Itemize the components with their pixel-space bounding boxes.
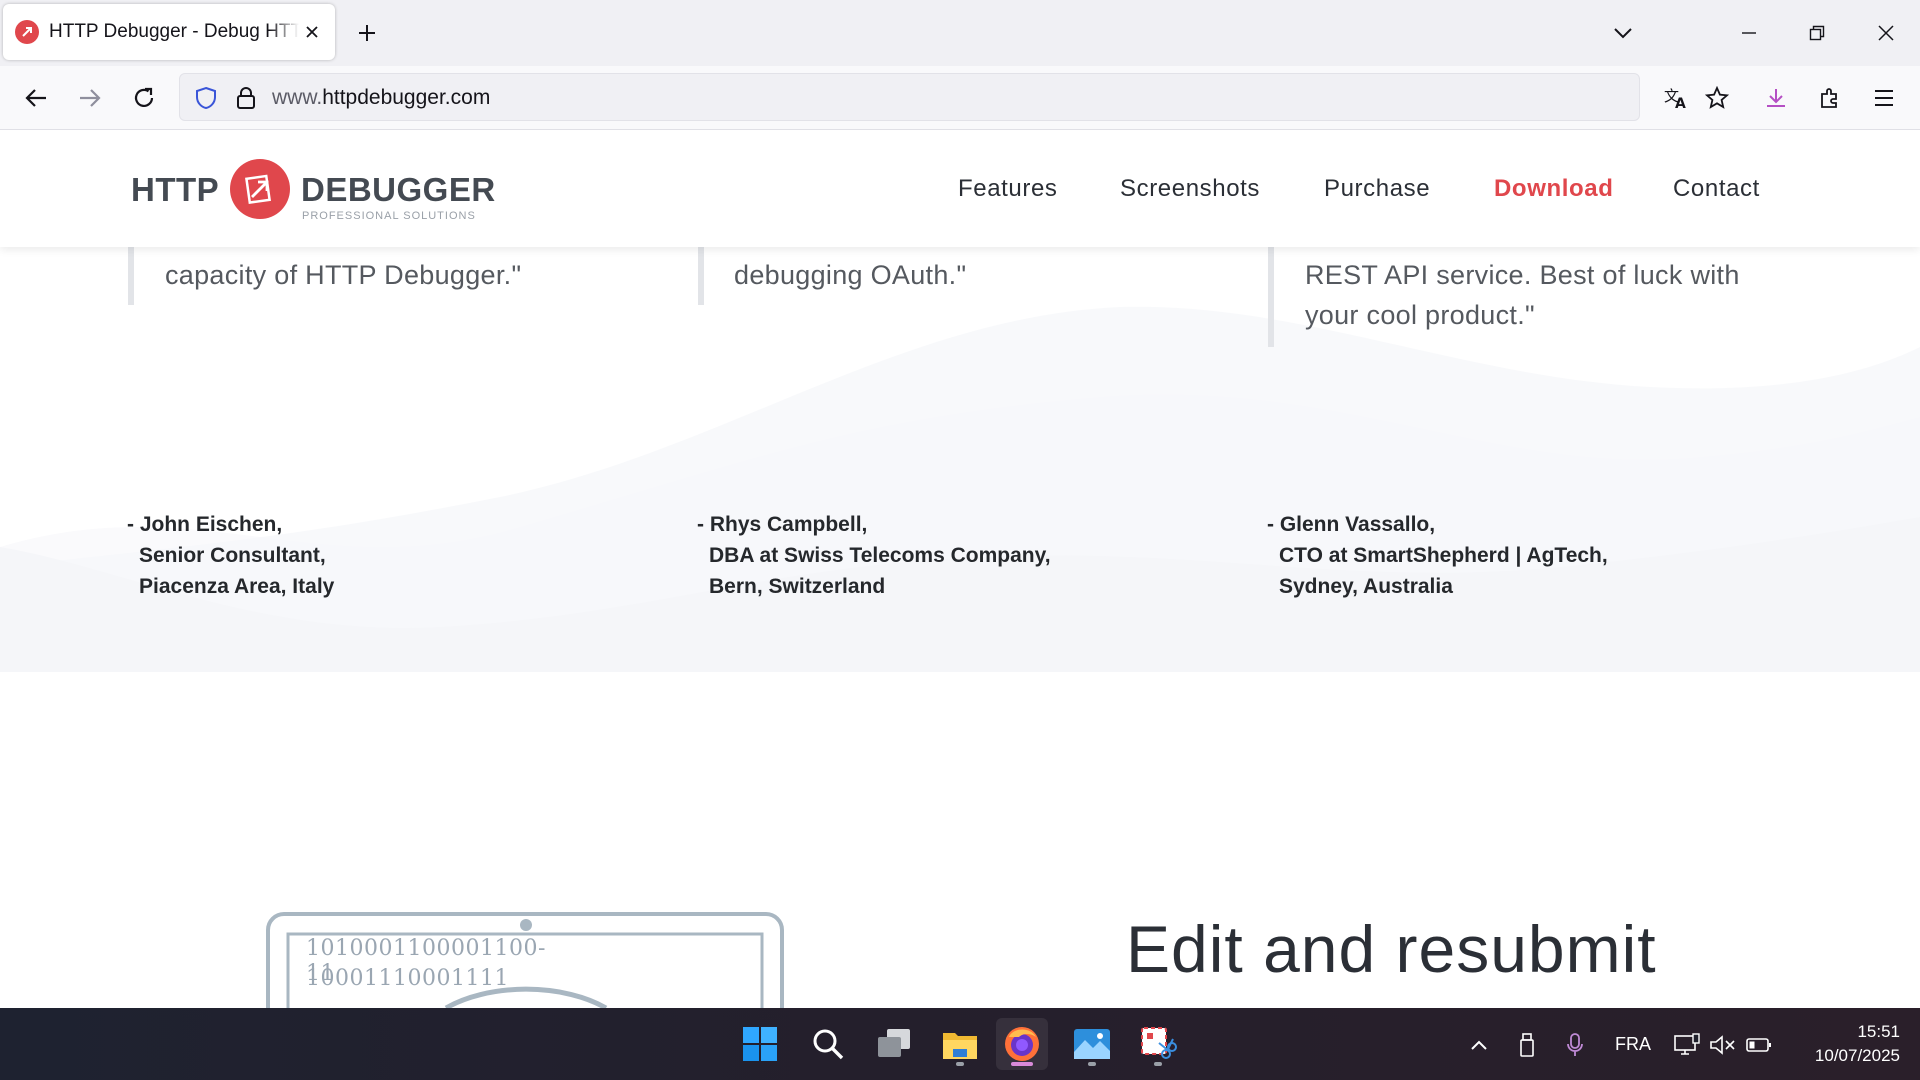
- photos-app-icon[interactable]: [1066, 1018, 1118, 1070]
- minimize-window-icon[interactable]: [1732, 16, 1766, 50]
- site-header: HTTP DEBUGGER PROFESSIONAL SOLUTIONS Fea…: [0, 131, 1920, 247]
- running-indicator: [1154, 1062, 1162, 1066]
- snipping-tool-icon[interactable]: [1132, 1018, 1184, 1070]
- microphone-icon[interactable]: [1560, 1030, 1590, 1060]
- testimonial-quote-line1: REST API service. Best of luck with: [1305, 260, 1740, 290]
- file-explorer-icon[interactable]: [934, 1018, 986, 1070]
- list-all-tabs-chevron-down-icon[interactable]: [1606, 16, 1640, 50]
- nav-download[interactable]: Download: [1494, 175, 1613, 203]
- navigation-toolbar: www.httpdebugger.com 文A: [0, 66, 1920, 130]
- logo-text-http: HTTP: [131, 171, 220, 208]
- active-app-indicator: [1011, 1062, 1033, 1066]
- feature-heading: Edit and resubmit: [1126, 912, 1657, 986]
- nav-features[interactable]: Features: [958, 175, 1058, 203]
- logo-text-debugger: DEBUGGER: [301, 171, 496, 208]
- testimonial-author-location: Piacenza Area, Italy: [139, 575, 335, 598]
- logo-tagline: PROFESSIONAL SOLUTIONS: [302, 210, 476, 222]
- testimonial-author-name: - Glenn Vassallo,: [1267, 513, 1436, 536]
- testimonial-author-location: Sydney, Australia: [1279, 575, 1453, 598]
- running-indicator: [956, 1062, 964, 1066]
- binary-text-line2: 10001110001111: [306, 966, 509, 991]
- close-window-icon[interactable]: [1869, 16, 1903, 50]
- testimonial-quote: capacity of HTTP Debugger.": [165, 260, 522, 290]
- firefox-icon[interactable]: [996, 1018, 1048, 1070]
- new-tab-button[interactable]: [352, 18, 382, 48]
- system-clock[interactable]: 15:51 10/07/2025: [1815, 1020, 1900, 1068]
- testimonial-author-name: - Rhys Campbell,: [697, 513, 868, 536]
- usb-drive-icon[interactable]: [1512, 1030, 1542, 1060]
- quote-bar: [1268, 247, 1274, 347]
- testimonial-author-role: CTO at SmartShepherd | AgTech,: [1279, 544, 1608, 567]
- http-debugger-favicon-icon: [15, 20, 39, 44]
- battery-icon[interactable]: [1744, 1030, 1774, 1060]
- windows-start-icon[interactable]: [734, 1018, 786, 1070]
- testimonial-quote: debugging OAuth.": [734, 260, 967, 290]
- browser-tab-active[interactable]: HTTP Debugger - Debug HTTP API: [3, 4, 335, 60]
- network-icon[interactable]: [1672, 1030, 1702, 1060]
- address-bar[interactable]: www.httpdebugger.com 文A: [179, 73, 1729, 121]
- restore-window-icon[interactable]: [1800, 16, 1834, 50]
- reload-icon[interactable]: [126, 80, 162, 116]
- search-icon[interactable]: [802, 1018, 854, 1070]
- testimonials-section: capacity of HTTP Debugger." - John Eisch…: [0, 247, 1920, 672]
- show-hidden-icons-chevron-up-icon[interactable]: [1464, 1030, 1494, 1060]
- bookmark-star-icon[interactable]: [1703, 84, 1731, 112]
- svg-text:A: A: [1675, 96, 1686, 110]
- nav-screenshots[interactable]: Screenshots: [1120, 175, 1260, 203]
- testimonial-quote-line2: your cool product.": [1305, 300, 1535, 330]
- input-language-indicator[interactable]: FRA: [1615, 1034, 1651, 1055]
- testimonial-author-role: DBA at Swiss Telecoms Company,: [709, 544, 1051, 567]
- url-text[interactable]: www.httpdebugger.com: [272, 86, 490, 110]
- clock-date: 10/07/2025: [1814, 1046, 1900, 1065]
- windows-taskbar: FRA 15:51 10/07/2025: [0, 1008, 1920, 1080]
- testimonial-author-role: Senior Consultant,: [139, 544, 326, 567]
- forward-arrow-icon[interactable]: [72, 80, 108, 116]
- hamburger-menu-icon[interactable]: [1866, 80, 1902, 116]
- nav-purchase[interactable]: Purchase: [1324, 175, 1430, 203]
- back-arrow-icon[interactable]: [18, 80, 54, 116]
- volume-muted-icon[interactable]: [1708, 1030, 1738, 1060]
- quote-bar: [128, 247, 134, 305]
- running-indicator: [1088, 1062, 1096, 1066]
- extensions-puzzle-icon[interactable]: [1812, 80, 1848, 116]
- testimonial-author-name: - John Eischen,: [127, 513, 283, 536]
- web-page: capacity of HTTP Debugger." - John Eisch…: [0, 131, 1920, 1008]
- lock-icon[interactable]: [232, 84, 260, 112]
- task-view-icon[interactable]: [868, 1018, 920, 1070]
- http-debugger-logo[interactable]: HTTP DEBUGGER PROFESSIONAL SOLUTIONS: [131, 155, 495, 225]
- downloads-icon[interactable]: [1758, 80, 1794, 116]
- clock-time: 15:51: [1857, 1022, 1900, 1041]
- quote-bar: [698, 247, 704, 305]
- nav-contact[interactable]: Contact: [1673, 175, 1760, 203]
- logo-arrow-icon: [230, 159, 290, 219]
- tracking-protection-shield-icon[interactable]: [192, 84, 220, 112]
- testimonial-author-location: Bern, Switzerland: [709, 575, 886, 598]
- translate-icon[interactable]: 文A: [1662, 84, 1690, 112]
- tab-strip: HTTP Debugger - Debug HTTP API: [0, 0, 1920, 66]
- close-tab-icon[interactable]: [301, 21, 323, 43]
- tab-title: HTTP Debugger - Debug HTTP API: [49, 21, 299, 42]
